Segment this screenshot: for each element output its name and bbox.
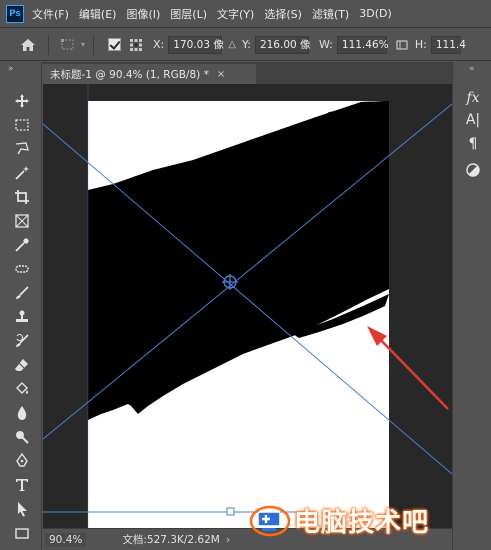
x-label: X: <box>153 38 165 51</box>
canvas-area[interactable] <box>43 84 452 528</box>
width-scale-input[interactable]: 111.46% <box>336 35 389 54</box>
watermark-text: 电脑技术吧 <box>294 507 430 538</box>
height-scale-input[interactable]: 111.4 <box>430 35 466 54</box>
eraser-icon <box>15 359 28 371</box>
healing-brush-tool[interactable] <box>13 260 31 278</box>
fx-icon[interactable]: fx <box>463 88 483 108</box>
history-brush-icon <box>16 334 29 347</box>
menu-type[interactable]: 文字(Y) <box>217 6 254 22</box>
site-watermark: 电脑技术吧 <box>250 496 429 544</box>
water-drop-icon <box>17 406 27 420</box>
photoshop-logo[interactable]: Ps <box>6 4 24 23</box>
annotation-arrow-line <box>374 333 449 410</box>
dodge-tool[interactable] <box>13 428 31 446</box>
y-position-input[interactable]: 216.00 像 <box>254 35 311 54</box>
document-tab-title: 未标题-1 @ 90.4% (1, RGB/8) * <box>50 68 209 81</box>
polygonal-lasso-icon <box>15 142 29 155</box>
tools-panel: » <box>0 62 42 550</box>
menu-filter[interactable]: 滤镜(T) <box>312 6 349 22</box>
eyedropper-icon <box>15 238 29 252</box>
collapse-panel-icon[interactable]: « <box>469 64 475 74</box>
zoom-level[interactable]: 90.4% <box>45 532 87 547</box>
adjust-icon[interactable] <box>463 160 483 180</box>
options-bar: ▾ X: 170.03 像 △ Y: 216.00 像 W: 111.46% H… <box>0 29 491 61</box>
separator <box>48 34 49 55</box>
canvas-overlay <box>43 84 452 528</box>
reference-point-icon <box>130 38 143 51</box>
status-menu-arrow[interactable]: › <box>226 534 230 546</box>
paragraph-icon[interactable]: ¶ <box>463 134 483 154</box>
lasso-tool[interactable] <box>13 140 31 158</box>
home-button[interactable] <box>16 33 40 57</box>
move-icon <box>15 94 29 108</box>
marquee-tool[interactable] <box>13 116 31 134</box>
right-collapsed-panels: « fx A| ¶ <box>452 62 491 550</box>
type-icon <box>16 479 28 491</box>
h-label: H: <box>414 38 427 51</box>
transform-tool-preset-button[interactable] <box>57 34 79 56</box>
paint-bucket-icon <box>16 382 28 394</box>
menu-3d[interactable]: 3D(D) <box>359 7 392 20</box>
menu-layer[interactable]: 图层(L) <box>170 6 207 22</box>
menu-edit[interactable]: 编辑(E) <box>79 6 117 22</box>
document-tab-bar: 未标题-1 @ 90.4% (1, RGB/8) * × <box>0 62 491 84</box>
menu-file[interactable]: 文件(F) <box>32 6 69 22</box>
bandage-icon <box>15 265 29 273</box>
w-label: W: <box>318 38 333 51</box>
type-tool[interactable] <box>13 476 31 494</box>
rectangle-tool[interactable] <box>13 524 31 542</box>
reference-point-checkbox[interactable] <box>108 38 122 51</box>
clone-stamp-tool[interactable] <box>13 308 31 326</box>
close-icon[interactable]: × <box>217 69 225 80</box>
rectangle-icon <box>15 528 29 539</box>
document-info: 文档:527.3K/2.62M <box>122 534 220 546</box>
chain-icon <box>396 39 408 50</box>
constrain-proportions-button[interactable] <box>391 34 413 56</box>
frame-tool[interactable] <box>13 212 31 230</box>
document-tab[interactable]: 未标题-1 @ 90.4% (1, RGB/8) * × <box>42 64 256 84</box>
menu-select[interactable]: 选择(S) <box>264 6 302 22</box>
dodge-icon <box>16 431 29 444</box>
x-position-input[interactable]: 170.03 像 <box>168 35 224 54</box>
crop-tool[interactable] <box>13 188 31 206</box>
eyedropper-tool[interactable] <box>13 236 31 254</box>
pen-icon <box>16 453 28 467</box>
reference-point-grid[interactable] <box>125 34 147 56</box>
crop-icon <box>15 190 29 204</box>
separator <box>93 34 95 55</box>
magic-wand-icon <box>15 166 29 180</box>
transform-handle-bottom[interactable] <box>226 507 235 516</box>
eraser-tool[interactable] <box>13 356 31 374</box>
pen-tool[interactable] <box>13 452 31 470</box>
blur-tool[interactable] <box>13 404 31 422</box>
arrow-cursor-icon <box>18 502 27 517</box>
magic-wand-tool[interactable] <box>13 164 31 182</box>
paint-bucket-tool[interactable] <box>13 380 31 398</box>
home-icon <box>21 38 35 51</box>
menu-image[interactable]: 图像(I) <box>126 6 160 22</box>
character-icon[interactable]: A| <box>463 110 483 130</box>
menu-bar: Ps 文件(F) 编辑(E) 图像(I) 图层(L) 文字(Y) 选择(S) 滤… <box>0 0 491 28</box>
collapse-panel-icon[interactable]: » <box>8 64 14 74</box>
history-brush-tool[interactable] <box>13 332 31 350</box>
y-label: Y: <box>241 38 251 51</box>
link-icon[interactable]: △ <box>228 39 236 50</box>
move-tool[interactable] <box>13 92 31 110</box>
stamp-icon <box>16 310 28 322</box>
rectangle-marquee-icon <box>15 119 29 131</box>
half-circle-icon <box>466 163 480 177</box>
watermark-logo <box>250 505 290 537</box>
path-selection-tool[interactable] <box>13 500 31 518</box>
brush-tool[interactable] <box>13 284 31 302</box>
chevron-down-icon: ▾ <box>81 40 86 49</box>
transform-icon <box>61 38 74 49</box>
brush-icon <box>16 286 29 299</box>
frame-icon <box>15 214 29 228</box>
